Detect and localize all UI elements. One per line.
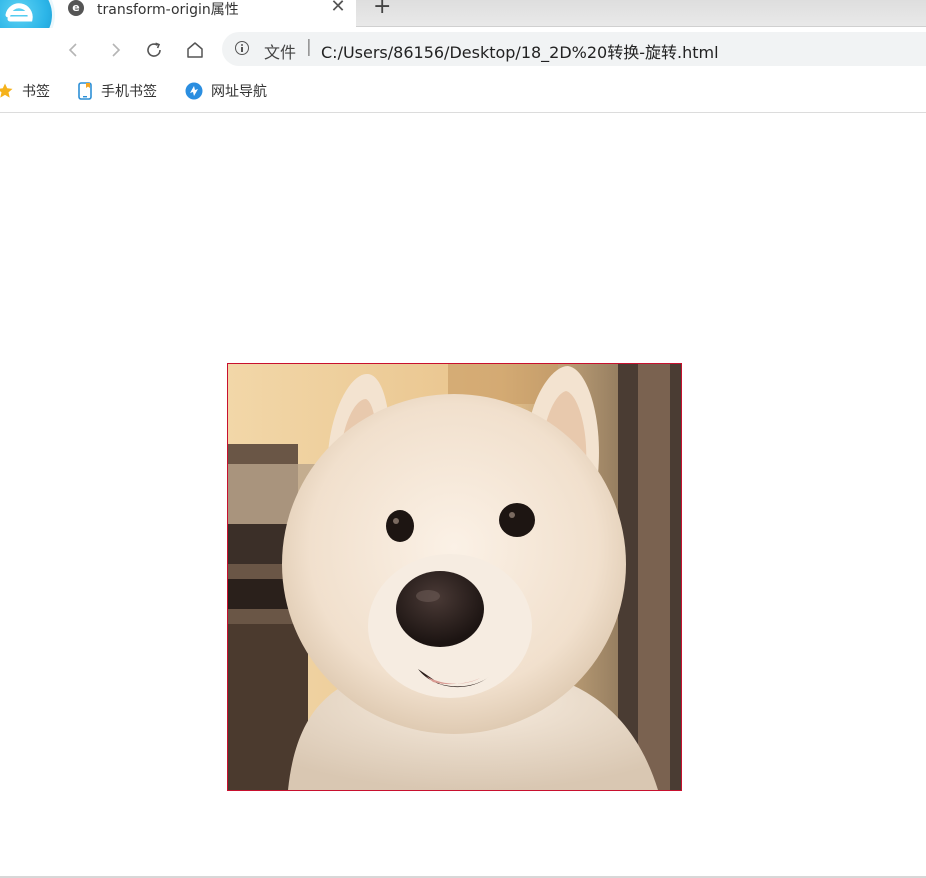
tab-active[interactable]: e transform-origin属性 ✕	[56, 0, 356, 28]
reload-icon	[147, 42, 161, 57]
tab-title: transform-origin属性	[97, 2, 239, 18]
nav-site-icon	[185, 82, 203, 100]
bookmark-item-bookmarks[interactable]: 书签	[0, 81, 50, 101]
back-button[interactable]	[60, 36, 88, 64]
bookmark-item-navigation[interactable]: 网址导航	[185, 81, 267, 101]
tab-close-icon[interactable]: ✕	[329, 0, 347, 16]
tab-strip: e transform-origin属性 ✕ +	[0, 0, 926, 48]
bookmark-label: 手机书签	[101, 84, 157, 100]
home-button[interactable]	[181, 36, 209, 64]
bookmark-label: 网址导航	[211, 84, 267, 100]
bookmarks-bar: 书签 手机书签 网址导航	[0, 70, 926, 113]
address-separator: |	[306, 37, 312, 57]
tab-strip-background	[356, 0, 926, 27]
dog-photo	[227, 363, 682, 791]
forward-button[interactable]	[101, 36, 129, 64]
reload-button[interactable]	[140, 36, 168, 64]
address-bar[interactable]: 文件 | C:/Users/86156/Desktop/18_2D%20转换-旋…	[222, 32, 926, 66]
page-content	[0, 113, 926, 876]
site-info-icon[interactable]	[235, 41, 249, 55]
forward-arrow-icon	[112, 43, 121, 57]
star-icon	[0, 83, 13, 98]
back-arrow-icon	[68, 43, 77, 57]
address-scheme-label: 文件	[264, 43, 297, 62]
browser-toolbar: 文件 | C:/Users/86156/Desktop/18_2D%20转换-旋…	[0, 28, 926, 70]
dog-illustration	[228, 364, 681, 790]
phone-bookmark-icon	[78, 82, 92, 100]
new-tab-button[interactable]: +	[373, 0, 391, 18]
bookmark-item-mobile[interactable]: 手机书签	[77, 81, 157, 101]
tab-favicon-icon: e	[68, 0, 84, 16]
home-icon	[187, 42, 203, 58]
bookmark-label: 书签	[22, 84, 50, 100]
address-url[interactable]: C:/Users/86156/Desktop/18_2D%20转换-旋转.htm…	[321, 39, 719, 63]
